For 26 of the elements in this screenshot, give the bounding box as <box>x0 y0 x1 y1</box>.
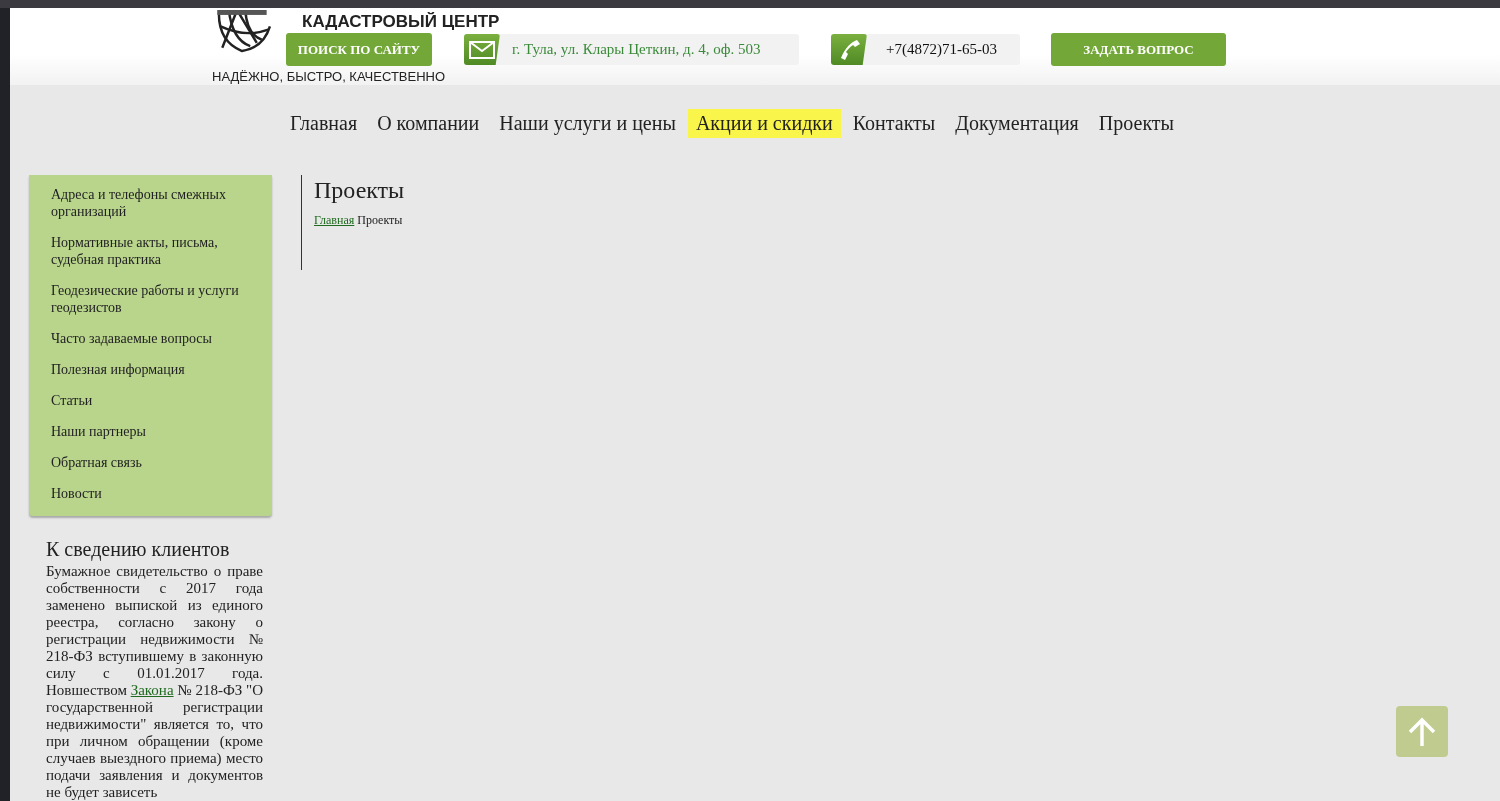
nav-link[interactable]: Наши услуги и цены <box>491 109 684 138</box>
sidebar-link[interactable]: Часто задаваемые вопросы <box>29 330 272 347</box>
nav-link[interactable]: Проекты <box>1090 109 1182 138</box>
notice-title: К сведению клиентов <box>46 538 231 561</box>
logo-slogan: НАДЁЖНО, БЫСТРО, КАЧЕСТВЕННО <box>212 69 446 85</box>
breadcrumb-link[interactable]: Главная <box>314 213 355 228</box>
logo-title: КАДАСТРОВЫЙ ЦЕНТР <box>302 12 500 32</box>
nav-link[interactable]: О компании <box>369 109 488 138</box>
sidebar-link[interactable]: Новости <box>29 485 272 502</box>
nav-link[interactable]: Документация <box>947 109 1087 138</box>
sidebar-link[interactable]: Адреса и телефоны смежных организаций <box>29 186 272 220</box>
nav-link[interactable]: Главная <box>282 109 366 138</box>
sidebar-link[interactable]: Нормативные акты, письма, судебная практика <box>29 234 272 268</box>
nav-link[interactable]: Акции и скидки <box>687 109 841 138</box>
breadcrumb-current: Проекты <box>357 213 403 228</box>
notice-text: Бумажное свидетельство о праве собственности с 2017 года заменено выпиской из единого реестра, согласно закону о регистрации недвижимости № 218-ФЗ вступившему в законную силу с 01.01.2017 года. Новшеством Закона № 218-ФЗ "О государственной регистрации недвижимости" является то, что при личном обращении (кроме случаев выездного приема) место подачи заявления и документов не будет зависеть <box>46 563 263 801</box>
law-link[interactable]: Закона <box>130 682 174 698</box>
sidebar-link[interactable]: Полезная информация <box>29 361 272 378</box>
sidebar-link[interactable]: Обратная связь <box>29 454 272 471</box>
sidebar-link[interactable]: Геодезические работы и услуги геодезистов <box>29 282 272 316</box>
nav-link[interactable]: Контакты <box>844 109 944 138</box>
phone-number: +7(4872)71-65-03 <box>886 41 997 58</box>
page-title: Проекты <box>314 176 405 205</box>
sidebar-link[interactable]: Наши партнеры <box>29 423 272 440</box>
sidebar-link[interactable]: Статьи <box>29 392 272 409</box>
address-text: г. Тула, ул. Клары Цеткин, д. 4, оф. 503 <box>512 41 761 58</box>
